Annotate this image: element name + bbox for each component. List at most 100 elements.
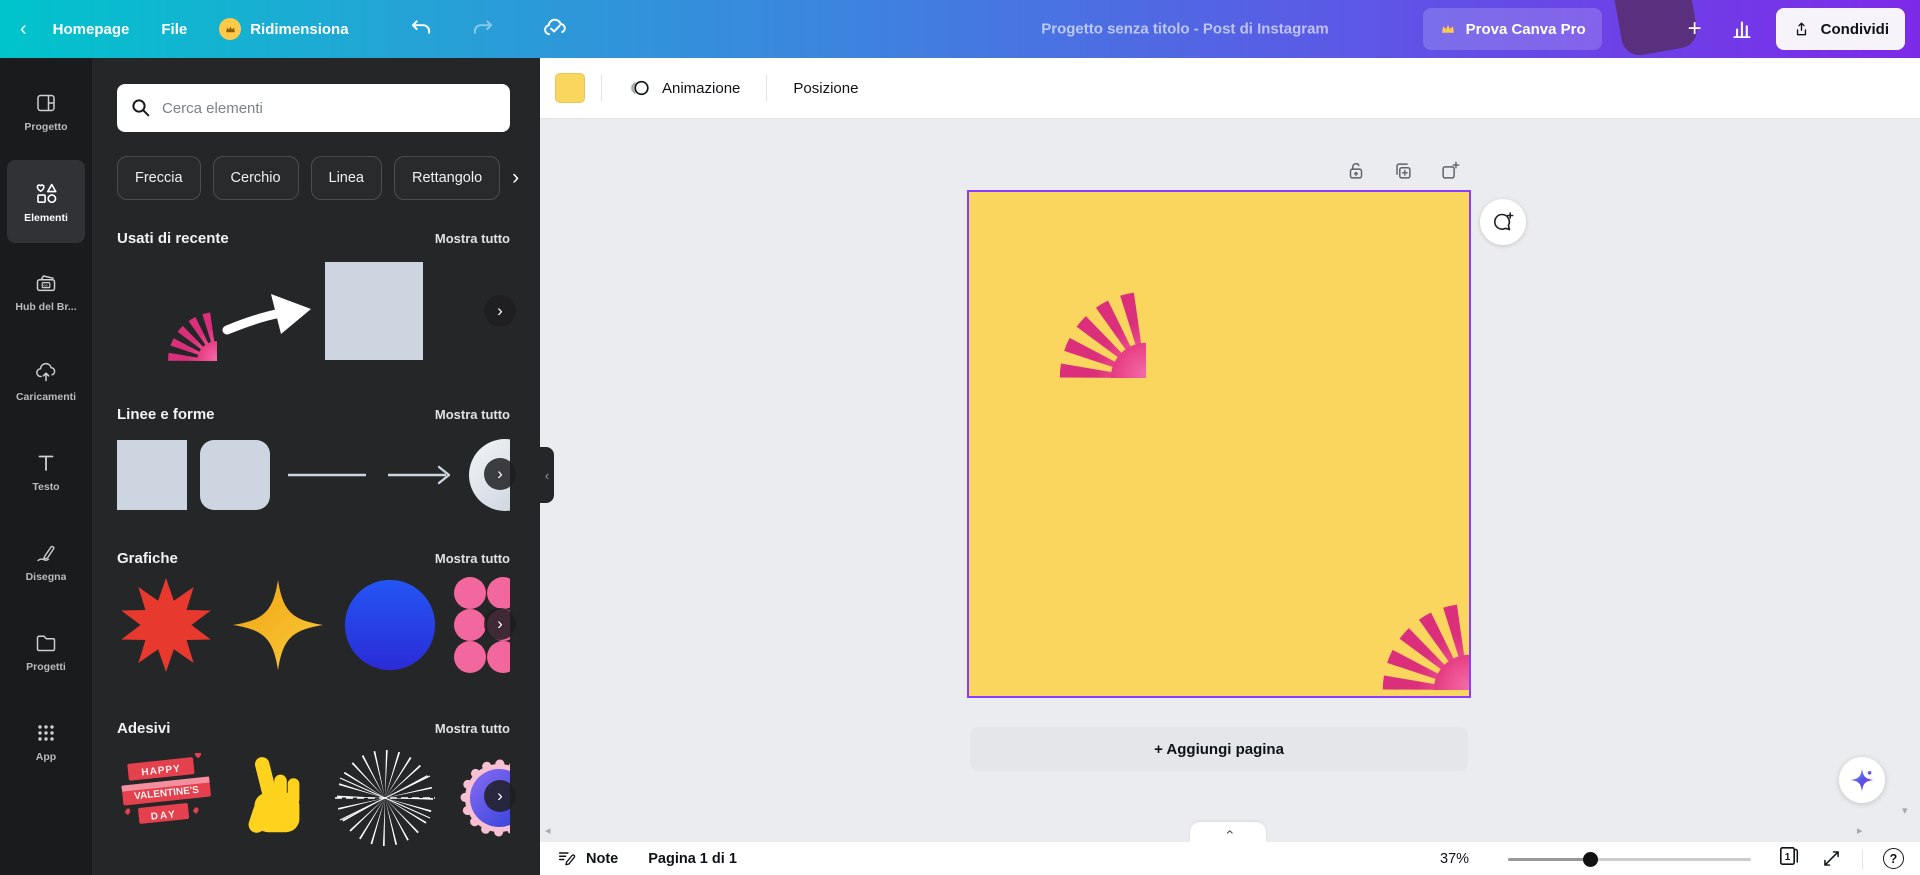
file-menu-button[interactable]: File (145, 0, 203, 58)
chip-cerchio[interactable]: Cerchio (212, 156, 299, 200)
sidebar-item-brand-hub[interactable]: co. Hub del Br... (7, 250, 85, 333)
show-all-link[interactable]: Mostra tutto (435, 231, 510, 246)
graphics-thumbnails (117, 575, 510, 675)
search-icon (132, 99, 150, 117)
position-label: Posizione (793, 79, 859, 97)
add-page-icon[interactable] (1439, 160, 1461, 182)
sidebar-item-apps[interactable]: App (7, 700, 85, 783)
recent-thumbnails (117, 260, 510, 362)
starburst-element-top-left[interactable] (970, 202, 1146, 378)
animation-icon (630, 80, 649, 96)
rounded-square-shape[interactable] (200, 440, 270, 510)
blue-circle-graphic[interactable] (341, 576, 439, 674)
panel-collapse-handle[interactable]: ‹ (540, 447, 554, 503)
arrow-sketch-thumbnail[interactable] (220, 276, 322, 346)
stickers-next-button[interactable]: › (484, 780, 516, 812)
zoom-slider-fill (1508, 857, 1590, 861)
chip-rettangolo[interactable]: Rettangolo (394, 156, 501, 200)
question-glyph: ? (1889, 851, 1898, 866)
rays-sticker[interactable] (335, 748, 435, 848)
duplicate-page-icon[interactable] (1392, 160, 1414, 182)
resize-button[interactable]: Ridimensiona (203, 0, 364, 58)
topbar-right-group: Prova Canva Pro + Condividi (1422, 0, 1905, 58)
svg-text:co.: co. (43, 283, 48, 287)
zoom-slider[interactable] (1508, 851, 1751, 867)
document-title[interactable]: Progetto senza titolo - Post di Instagra… (1041, 21, 1329, 38)
show-all-link[interactable]: Mostra tutto (435, 551, 510, 566)
sidebar-item-design[interactable]: Progetto (7, 70, 85, 153)
save-status-button[interactable] (533, 0, 577, 58)
section-title: Grafiche (117, 550, 178, 567)
page-actions (1345, 160, 1461, 182)
status-bar: Note Pagina 1 di 1 37% 1 ? (540, 842, 1920, 875)
toolbar-divider (766, 74, 768, 102)
side-rail: Progetto Elementi co. Hub del Br... Cari… (0, 58, 92, 875)
chips-next-icon[interactable]: › (512, 166, 519, 190)
chip-freccia[interactable]: Freccia (117, 156, 201, 200)
search-input[interactable] (162, 99, 497, 117)
fullscreen-icon[interactable] (1821, 848, 1842, 869)
red-starburst-graphic[interactable] (117, 576, 215, 674)
graphics-next-button[interactable]: › (484, 608, 516, 640)
sidebar-item-uploads[interactable]: Caricamenti (7, 340, 85, 423)
hscroll-left-icon[interactable]: ◂ (545, 826, 551, 837)
vscroll-down-icon[interactable]: ▾ (1902, 806, 1908, 817)
hand-sticker[interactable] (231, 749, 321, 847)
search-box[interactable] (117, 84, 510, 132)
notes-label: Note (586, 850, 619, 867)
sidebar-item-elements[interactable]: Elementi (7, 160, 85, 243)
notes-button[interactable]: Note (556, 848, 618, 870)
undo-button[interactable] (399, 0, 443, 58)
position-button[interactable]: Posizione (783, 80, 868, 97)
add-comment-button[interactable] (1480, 199, 1526, 245)
sparkle-graphic[interactable] (229, 576, 327, 674)
svg-text:DAY: DAY (150, 809, 177, 823)
add-page-button[interactable]: + Aggiungi pagina (970, 727, 1468, 771)
section-lines-shapes: Linee e forme Mostra tutto (117, 406, 510, 423)
zoom-slider-thumb[interactable] (1583, 851, 1598, 867)
help-button[interactable]: ? (1883, 848, 1904, 869)
grid-view-button[interactable]: 1 (1777, 844, 1801, 873)
square-shape[interactable] (117, 440, 187, 510)
sidebar-item-projects[interactable]: Progetti (7, 610, 85, 693)
insights-button[interactable] (1726, 0, 1760, 58)
animate-button[interactable]: Animazione (618, 76, 750, 100)
shape-filter-chips: Freccia Cerchio Linea Rettangolo › (117, 156, 527, 200)
sidebar-label: App (35, 750, 57, 763)
assistant-button[interactable] (1839, 757, 1885, 803)
redo-button[interactable] (461, 0, 505, 58)
line-shape[interactable] (283, 440, 371, 510)
pages-drawer-tab[interactable]: › (1190, 822, 1266, 842)
show-all-link[interactable]: Mostra tutto (435, 407, 510, 422)
page-indicator[interactable]: Pagina 1 di 1 (648, 851, 737, 867)
sidebar-item-text[interactable]: Testo (7, 430, 85, 513)
comment-plus-icon (1493, 212, 1514, 231)
magic-sparkle-icon (1850, 768, 1874, 792)
share-button[interactable]: Condividi (1775, 8, 1905, 50)
back-button[interactable]: ‹ (10, 0, 37, 58)
chip-linea[interactable]: Linea (310, 156, 382, 200)
sidebar-item-draw[interactable]: Disegna (7, 520, 85, 603)
hscroll-right-icon[interactable]: ▸ (1857, 826, 1863, 837)
object-toolbar: Animazione Posizione (540, 58, 1920, 118)
sidebar-label: Hub del Br... (15, 300, 77, 313)
valentine-sticker[interactable]: HAPPY VALENTINE'S DAY (117, 753, 217, 843)
template-icon (37, 94, 55, 111)
starburst-thumbnail[interactable] (117, 261, 217, 361)
shapes-next-button[interactable]: › (484, 458, 516, 490)
show-all-link[interactable]: Mostra tutto (435, 721, 510, 736)
starburst-element-bottom-right[interactable] (1293, 514, 1469, 690)
add-button[interactable]: + (1680, 0, 1710, 58)
sidebar-label: Caricamenti (15, 390, 77, 403)
lock-icon[interactable] (1345, 160, 1367, 182)
fill-color-swatch[interactable] (555, 73, 585, 103)
arrow-line-shape[interactable] (384, 440, 456, 510)
statusbar-divider (1862, 848, 1863, 869)
homepage-button[interactable]: Homepage (37, 0, 146, 58)
square-thumbnail[interactable] (325, 262, 423, 360)
crown-icon (219, 18, 242, 40)
elements-panel: Freccia Cerchio Linea Rettangolo › Usati… (92, 58, 540, 875)
design-page[interactable] (967, 190, 1471, 698)
recent-next-button[interactable]: › (484, 295, 516, 327)
try-pro-button[interactable]: Prova Canva Pro (1422, 8, 1602, 50)
